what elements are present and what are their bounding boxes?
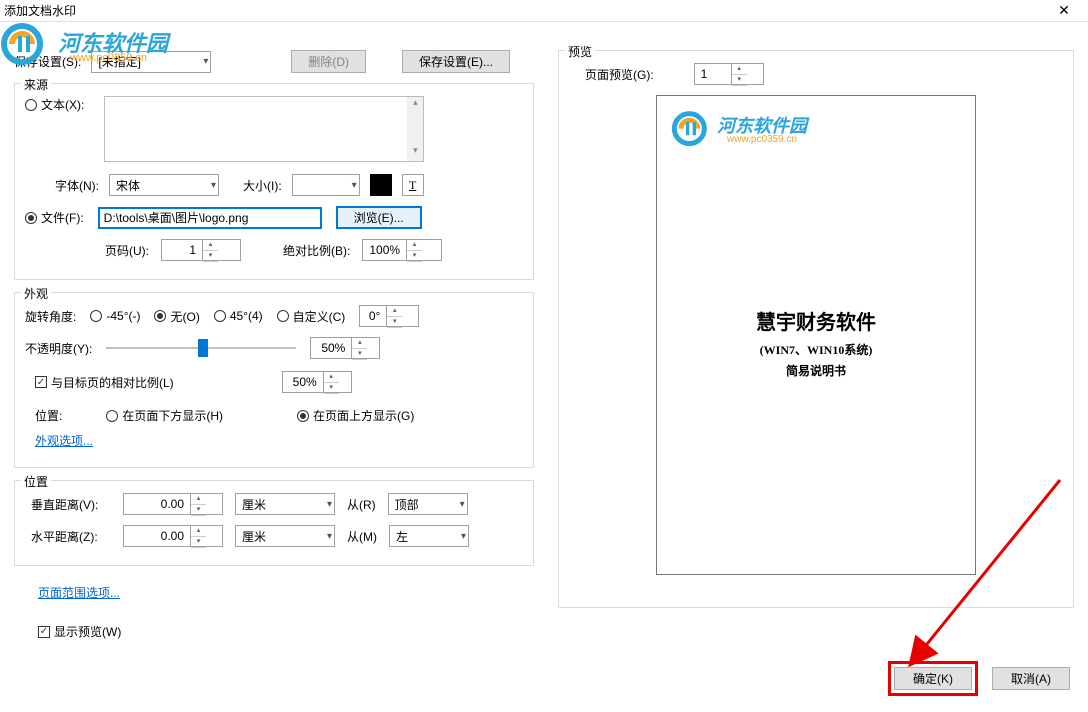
appearance-options-link[interactable]: 外观选项... xyxy=(35,432,93,449)
watermark-overlay: 河东软件园 www.pc0359.cn xyxy=(0,22,190,67)
preview-doc-sub2: 简易说明书 xyxy=(657,362,975,379)
rot-custom-spinner[interactable]: 0°▴▾ xyxy=(359,305,419,327)
delete-button[interactable]: 删除(D) xyxy=(291,50,366,73)
text-radio[interactable]: 文本(X): xyxy=(25,96,84,113)
watermark-url: www.pc0359.cn xyxy=(70,52,147,64)
scrollbar[interactable]: ▴▾ xyxy=(407,97,423,161)
show-preview-checkbox[interactable]: ✓显示预览(W) xyxy=(38,623,121,640)
relscale-spinner[interactable]: 50%▴▾ xyxy=(282,371,352,393)
page-label: 页码(U): xyxy=(105,242,149,259)
browse-button[interactable]: 浏览(E)... xyxy=(336,206,422,229)
vfrom-combo[interactable]: 顶部▾ xyxy=(388,493,468,515)
preview-legend: 预览 xyxy=(565,43,595,60)
vdist-label: 垂直距离(V): xyxy=(31,496,111,513)
chevron-down-icon: ▾ xyxy=(203,56,208,67)
size-label: 大小(I): xyxy=(243,177,282,194)
color-picker[interactable] xyxy=(370,174,392,196)
hfrom-label: 从(M) xyxy=(347,528,377,545)
rotate-label: 旋转角度: xyxy=(25,308,76,325)
window-title: 添加文档水印 xyxy=(4,2,1044,19)
preview-doc-sub: (WIN7、WIN10系统) xyxy=(657,341,975,358)
text-textarea[interactable]: ▴▾ xyxy=(104,96,424,162)
font-combo[interactable]: 宋体▾ xyxy=(109,174,219,196)
pos-below-radio[interactable]: 在页面下方显示(H) xyxy=(106,407,223,424)
size-combo[interactable]: ▾ xyxy=(292,174,360,196)
vdist-spinner[interactable]: 0.00▴▾ xyxy=(123,493,223,515)
preview-doc-title: 慧宇财务软件 xyxy=(657,306,975,335)
position-label: 位置: xyxy=(35,407,62,424)
rot-neg45-radio[interactable]: -45°(-) xyxy=(90,309,140,323)
ok-button[interactable]: 确定(K) xyxy=(894,667,972,690)
rot-custom-radio[interactable]: 自定义(C) xyxy=(277,308,346,325)
vunit-combo[interactable]: 厘米▾ xyxy=(235,493,335,515)
hunit-combo[interactable]: 厘米▾ xyxy=(235,525,335,547)
file-radio[interactable]: 文件(F): xyxy=(25,209,84,226)
page-range-link[interactable]: 页面范围选项... xyxy=(38,586,120,600)
save-settings-button[interactable]: 保存设置(E)... xyxy=(402,50,510,73)
font-label: 字体(N): xyxy=(55,177,99,194)
pos-above-radio[interactable]: 在页面上方显示(G) xyxy=(297,407,414,424)
hdist-spinner[interactable]: 0.00▴▾ xyxy=(123,525,223,547)
hfrom-combo[interactable]: 左▾ xyxy=(389,525,469,547)
file-path-input[interactable]: D:\tools\桌面\图片\logo.png xyxy=(98,207,322,229)
position-legend: 位置 xyxy=(21,473,51,490)
rot-none-radio[interactable]: 无(O) xyxy=(154,308,199,325)
titlebar: 添加文档水印 ✕ xyxy=(0,0,1088,22)
preview-page: 河东软件园 www.pc0359.cn 慧宇财务软件 (WIN7、WIN10系统… xyxy=(656,95,976,575)
cancel-button[interactable]: 取消(A) xyxy=(992,667,1070,690)
preview-page-label: 页面预览(G): xyxy=(585,66,654,83)
hdist-label: 水平距离(Z): xyxy=(31,528,111,545)
rot-45-radio[interactable]: 45°(4) xyxy=(214,309,263,323)
opacity-spinner[interactable]: 50%▴▾ xyxy=(310,337,380,359)
opacity-slider[interactable] xyxy=(106,338,296,358)
abs-scale-label: 绝对比例(B): xyxy=(283,242,350,259)
ok-highlight: 确定(K) xyxy=(888,661,978,696)
preview-watermark-logo: 河东软件园 www.pc0359.cn xyxy=(671,110,721,151)
preview-page-spinner[interactable]: 1▴▾ xyxy=(694,63,764,85)
relscale-checkbox[interactable]: ✓与目标页的相对比例(L) xyxy=(35,374,174,391)
appearance-legend: 外观 xyxy=(21,285,51,302)
abs-scale-spinner[interactable]: 100%▴▾ xyxy=(362,239,442,261)
opacity-label: 不透明度(Y): xyxy=(25,340,92,357)
underline-button[interactable]: T xyxy=(402,174,424,196)
vfrom-label: 从(R) xyxy=(347,496,376,513)
page-spinner[interactable]: 1▴▾ xyxy=(161,239,241,261)
source-legend: 来源 xyxy=(21,76,51,93)
close-icon[interactable]: ✕ xyxy=(1044,2,1084,19)
